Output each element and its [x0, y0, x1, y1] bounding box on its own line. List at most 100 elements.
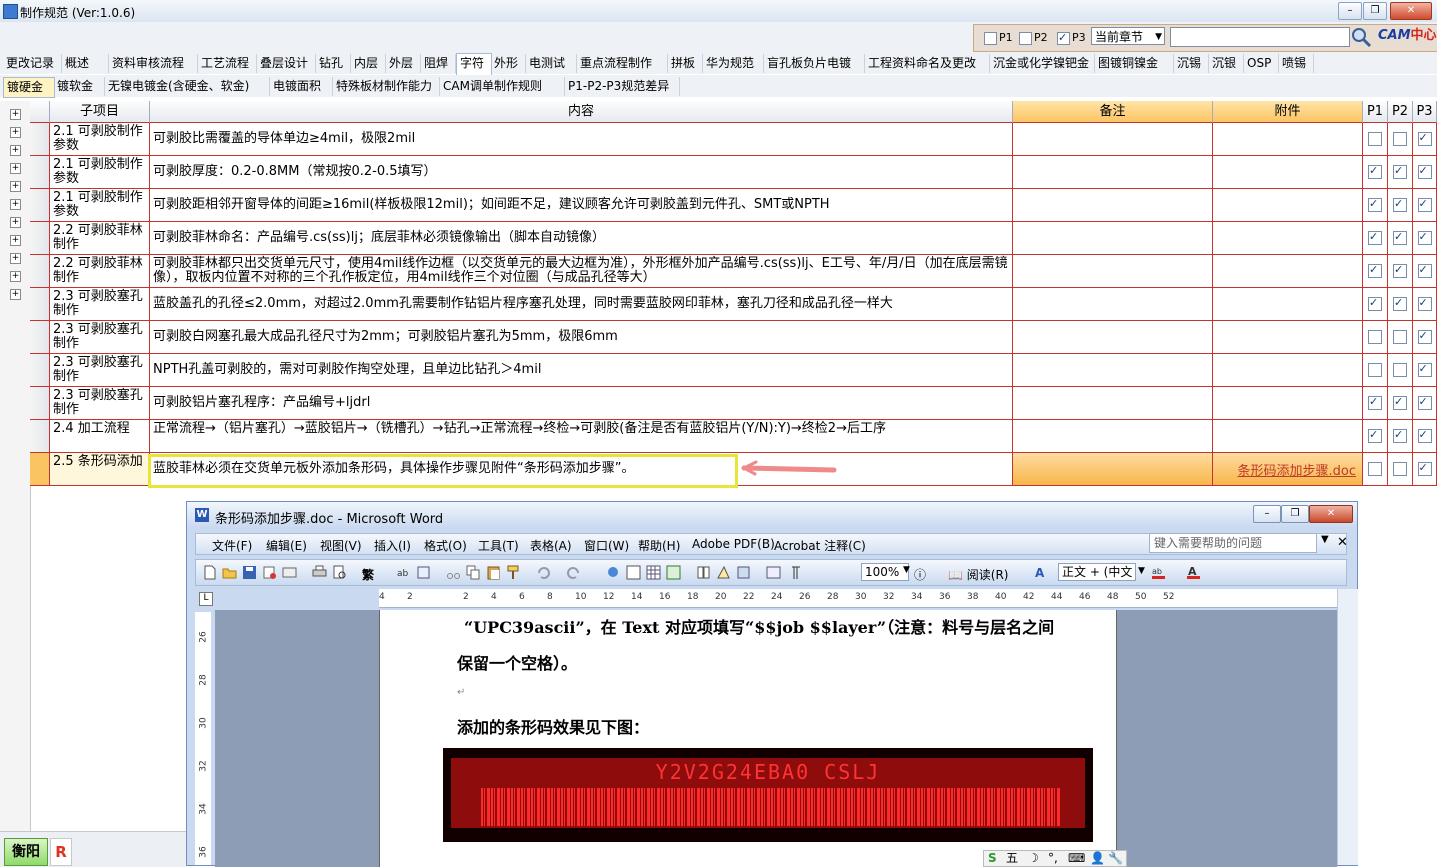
style-select[interactable]: 正文 + (中文 — [1058, 563, 1136, 581]
p2-filter-checkbox[interactable] — [1019, 32, 1032, 45]
columns-icon[interactable] — [696, 565, 711, 580]
tree-expand-icon[interactable]: + — [10, 109, 21, 120]
col-header-content[interactable]: 内容 — [150, 101, 1013, 123]
word-maximize-button[interactable]: ❐ — [1281, 505, 1309, 523]
p3-checkbox[interactable] — [1417, 363, 1432, 377]
tree-expand-icon[interactable]: + — [10, 145, 21, 156]
paste-icon[interactable] — [486, 565, 501, 580]
ime-toolbar[interactable]: S 五 ☽ °, ⌨ 👤 🔧 — [983, 850, 1127, 867]
tab-primary-2[interactable]: 资料审核流程 — [109, 54, 198, 73]
cell-attach[interactable] — [1213, 123, 1363, 155]
p2-checkbox[interactable] — [1393, 330, 1407, 344]
drawing-icon[interactable] — [716, 565, 731, 580]
p3-checkbox[interactable] — [1417, 198, 1432, 212]
cell-content[interactable]: 可剥胶白网塞孔最大成品孔径尺寸为2mm；可剥胶铝片塞孔为5mm，极限6mm — [150, 321, 1013, 353]
word-vertical-scrollbar[interactable] — [1337, 589, 1358, 865]
cell-remark[interactable] — [1013, 255, 1213, 287]
horizontal-ruler[interactable]: 4 2 2 4 6 8 10 12 14 16 18 20 22 24 26 28 30 32 34 36 38 40 42… — [379, 589, 1337, 608]
cell-attach[interactable] — [1213, 420, 1363, 452]
table-row[interactable]: 2.2 可剥胶菲林制作 可剥胶菲林命名：产品编号.cs(ss)lj；底层菲林必须镜… — [30, 222, 1437, 255]
row-header[interactable] — [30, 453, 50, 485]
word-menu-item[interactable]: 编辑(E) — [266, 537, 307, 554]
spelling-icon[interactable]: ab — [396, 565, 411, 580]
tab-primary-22[interactable]: 喷锡 — [1279, 54, 1314, 73]
table-row[interactable]: 2.3 可剥胶塞孔制作 可剥胶铝片塞孔程序：产品编号+ljdrl — [30, 387, 1437, 420]
cell-remark[interactable] — [1013, 387, 1213, 419]
tree-expand-icon[interactable]: + — [10, 253, 21, 264]
maximize-button[interactable]: ❐ — [1363, 2, 1387, 20]
tab-primary-15[interactable]: 盲孔板负片电镀 — [764, 54, 865, 73]
close-button[interactable]: ✕ — [1390, 2, 1432, 20]
cell-attach[interactable] — [1213, 222, 1363, 254]
reading-mode-button[interactable]: 📖 阅读(R) — [948, 566, 1008, 583]
row-header[interactable] — [30, 420, 50, 452]
cell-sub[interactable]: 2.1 可剥胶制作参数 — [50, 156, 150, 188]
cell-remark[interactable] — [1013, 354, 1213, 386]
document-map-icon[interactable] — [736, 565, 751, 580]
tree-expand-icon[interactable]: + — [10, 127, 21, 138]
p1-checkbox[interactable] — [1368, 396, 1382, 410]
tab-primary-17[interactable]: 沉金或化学镍钯金 — [990, 54, 1095, 73]
cell-sub[interactable]: 2.3 可剥胶塞孔制作 — [50, 354, 150, 386]
word-menu-item[interactable]: 格式(O) — [424, 537, 467, 554]
cell-content[interactable]: 蓝胶盖孔的孔径≤2.0mm，对超过2.0mm孔需要制作钻铝片程序塞孔处理，同时需… — [150, 288, 1013, 320]
p3-checkbox[interactable] — [1417, 330, 1432, 344]
tab-primary-20[interactable]: 沉银 — [1209, 54, 1244, 73]
table-row[interactable]: 2.1 可剥胶制作参数 可剥胶比需覆盖的导体单边≥4mil，极限2mil — [30, 123, 1437, 156]
tables-borders-icon[interactable] — [626, 565, 641, 580]
table-row[interactable]: 2.2 可剥胶菲林制作 可剥胶菲林都只出交货单元尺寸，使用4mil线作边框（以交货… — [30, 255, 1437, 288]
col-header-attach[interactable]: 附件 — [1213, 101, 1363, 123]
p2-checkbox[interactable] — [1393, 264, 1407, 278]
format-painter-icon[interactable] — [506, 565, 521, 580]
tab-secondary-5[interactable]: CAM调单制作规则 — [440, 77, 565, 96]
p2-checkbox[interactable] — [1393, 198, 1407, 212]
highlight-color-icon[interactable]: ab — [1151, 565, 1166, 580]
tree-expand-icon[interactable]: + — [10, 199, 21, 210]
cell-sub[interactable]: 2.3 可剥胶塞孔制作 — [50, 288, 150, 320]
word-close-button[interactable]: ✕ — [1309, 505, 1353, 523]
cell-remark[interactable] — [1013, 288, 1213, 320]
cell-sub[interactable]: 2.5 条形码添加 — [50, 453, 150, 485]
cell-sub[interactable]: 2.4 加工流程 — [50, 420, 150, 452]
cell-remark[interactable] — [1013, 420, 1213, 452]
p2-checkbox[interactable] — [1393, 363, 1407, 377]
styles-icon[interactable]: A — [1034, 565, 1049, 580]
cell-remark[interactable] — [1013, 123, 1213, 155]
cell-attach[interactable] — [1213, 189, 1363, 221]
cell-content[interactable]: NPTH孔盖可剥胶的，需对可剥胶作掏空处理，且单边比钻孔＞4mil — [150, 354, 1013, 386]
tab-primary-13[interactable]: 拼板 — [668, 54, 703, 73]
table-row[interactable]: 2.3 可剥胶塞孔制作 可剥胶白网塞孔最大成品孔径尺寸为2mm；可剥胶铝片塞孔为5… — [30, 321, 1437, 354]
col-header-p3[interactable]: P3 — [1413, 101, 1437, 123]
p2-checkbox[interactable] — [1393, 429, 1407, 443]
cell-attach[interactable] — [1213, 288, 1363, 320]
row-header[interactable] — [30, 354, 50, 386]
cell-attach[interactable]: 条形码添加步骤.doc — [1213, 453, 1363, 485]
r-button[interactable]: R — [50, 838, 72, 866]
cell-attach[interactable] — [1213, 156, 1363, 188]
cell-sub[interactable]: 2.2 可剥胶菲林制作 — [50, 222, 150, 254]
cell-remark[interactable] — [1013, 453, 1213, 485]
tab-primary-5[interactable]: 钻孔 — [316, 54, 351, 73]
cell-remark[interactable] — [1013, 156, 1213, 188]
help-circle-icon[interactable]: ⓘ — [914, 566, 926, 583]
zoom-select[interactable]: 100% — [861, 563, 909, 581]
tab-secondary-6[interactable]: P1-P2-P3规范差异 — [565, 77, 680, 96]
tree-expand-icon[interactable]: + — [10, 271, 21, 282]
help-dropdown-icon[interactable]: ▼ — [1321, 534, 1329, 545]
insert-table-icon[interactable] — [646, 565, 661, 580]
p1-checkbox[interactable] — [1368, 198, 1382, 212]
tree-expand-icon[interactable]: + — [10, 181, 21, 192]
word-menu-item[interactable]: 插入(I) — [374, 537, 411, 554]
cell-remark[interactable] — [1013, 321, 1213, 353]
tab-stop-selector[interactable]: L — [199, 592, 213, 606]
table-row[interactable]: 2.4 加工流程 正常流程→（铝片塞孔）→蓝胶铝片→（铣槽孔）→钻孔→正常流程→终… — [30, 420, 1437, 453]
tab-primary-8[interactable]: 阻焊 — [421, 54, 456, 73]
col-header-p1[interactable]: P1 — [1363, 101, 1388, 123]
permission-icon[interactable] — [262, 565, 277, 580]
col-header-remark[interactable]: 备注 — [1013, 101, 1213, 123]
cell-content[interactable]: 可剥胶厚度：0.2-0.8MM（常规按0.2-0.5填写） — [150, 156, 1013, 188]
tab-primary-0[interactable]: 更改记录 — [3, 54, 62, 73]
p1-checkbox[interactable] — [1368, 462, 1382, 476]
cell-sub[interactable]: 2.3 可剥胶塞孔制作 — [50, 321, 150, 353]
table-row[interactable]: 2.3 可剥胶塞孔制作 蓝胶盖孔的孔径≤2.0mm，对超过2.0mm孔需要制作钻铝… — [30, 288, 1437, 321]
